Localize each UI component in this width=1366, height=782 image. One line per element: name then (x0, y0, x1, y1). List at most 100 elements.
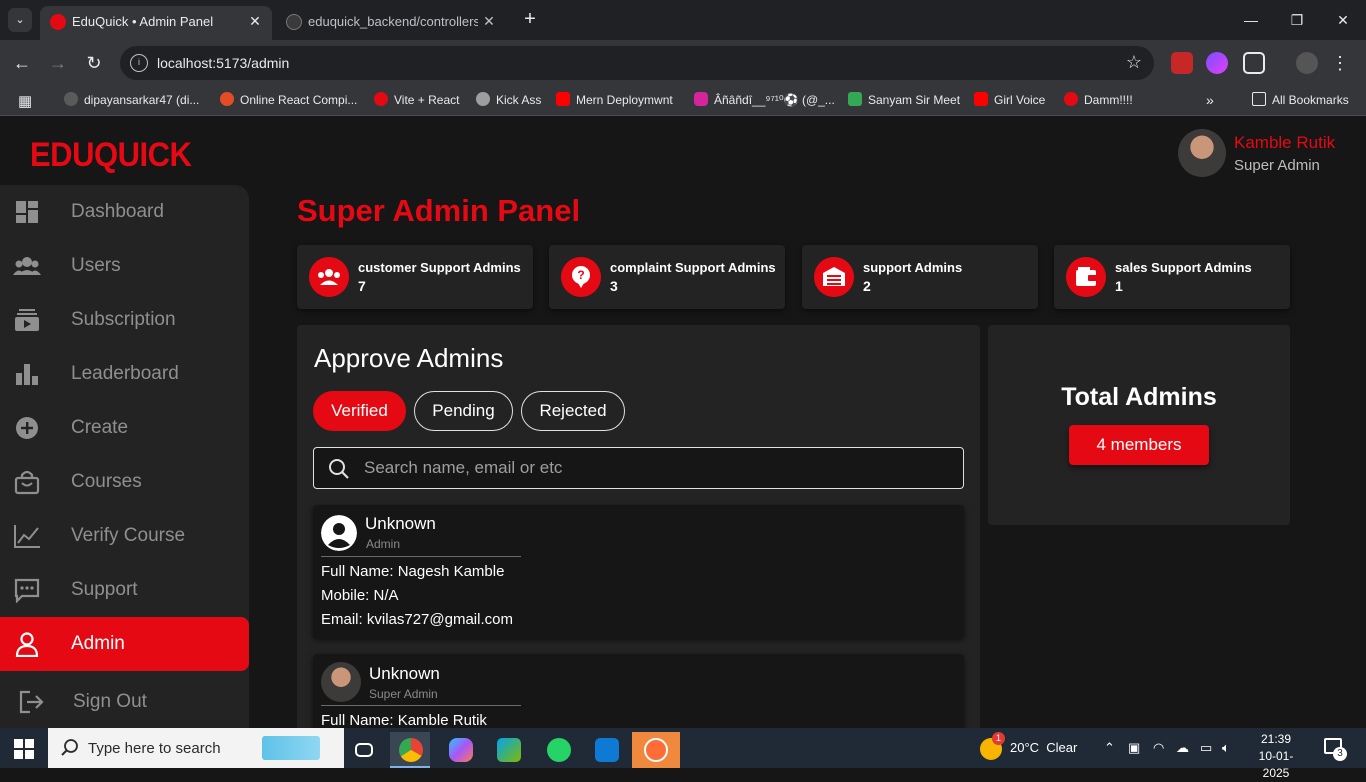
minimize-button[interactable]: — (1228, 6, 1274, 34)
filter-pending-button[interactable]: Pending (414, 391, 513, 431)
clock-date: 10-01-2025 (1258, 749, 1294, 780)
admin-card: Unknown Super Admin Full Name: Kamble Ru… (313, 654, 964, 728)
postman-taskbar-button[interactable] (632, 732, 680, 768)
battery-icon[interactable]: ▭ (1200, 740, 1212, 756)
network-icon[interactable]: ◠ (1153, 740, 1164, 756)
bookmark-item[interactable]: Vite + React (374, 92, 459, 110)
app-logo[interactable]: EDUQUICK (30, 135, 192, 175)
sidebar-item-leaderboard[interactable]: Leaderboard (0, 347, 249, 401)
close-window-button[interactable]: ✕ (1320, 6, 1366, 34)
eduquick-favicon (50, 14, 66, 30)
search-icon (329, 459, 349, 479)
profile-avatar[interactable] (1178, 129, 1226, 177)
extension-icon[interactable] (1171, 52, 1193, 74)
search-icon (61, 739, 78, 756)
person-icon (15, 632, 39, 657)
card-divider (321, 705, 521, 706)
bag-icon (14, 470, 40, 495)
subscription-icon (15, 309, 39, 331)
all-bookmarks-folder[interactable]: All Bookmarks (1252, 92, 1349, 110)
weather-text[interactable]: 20°C Clear (1010, 740, 1077, 755)
apps-grid-icon[interactable]: ▦ (18, 92, 32, 110)
extension-icon[interactable] (1206, 52, 1228, 74)
new-tab-button[interactable]: + (518, 8, 542, 32)
task-view-button[interactable] (344, 732, 384, 768)
volume-icon[interactable]: 🔈︎ (1222, 740, 1230, 756)
group-icon (309, 257, 349, 297)
bookmark-item[interactable]: dipayansarkar47 (di... (64, 92, 199, 110)
profile-avatar-icon[interactable] (1296, 52, 1318, 74)
bookmark-item[interactable]: Sanyam Sir Meet (848, 92, 960, 110)
wallet-icon (1066, 257, 1106, 297)
sidebar-item-users[interactable]: Users (0, 239, 249, 293)
back-button[interactable]: ← (8, 49, 36, 77)
admin-name: Unknown (365, 514, 436, 533)
filter-rejected-button[interactable]: Rejected (521, 391, 625, 431)
folder-icon (1252, 92, 1266, 106)
bookmark-item[interactable]: Girl Voice (974, 92, 1045, 110)
avatar (321, 662, 361, 702)
puzzle-icon[interactable] (1243, 52, 1265, 74)
github-favicon (286, 14, 302, 30)
tab-search-button[interactable]: ⌄ (8, 8, 32, 32)
restore-button[interactable]: ❐ (1274, 6, 1320, 34)
taskbar-search[interactable]: Type here to search (48, 728, 344, 768)
vscode-taskbar-button[interactable] (586, 732, 626, 768)
stat-card-support-admins: support Admins 2 (802, 245, 1038, 309)
tab-active[interactable]: EduQuick • Admin Panel ✕ (40, 6, 272, 40)
sidebar-item-dashboard[interactable]: Dashboard (0, 185, 249, 239)
more-bookmarks-icon[interactable]: » (1206, 92, 1214, 110)
admin-role: Admin (366, 537, 401, 551)
ticket-illustration-icon (262, 736, 320, 760)
sidebar-item-courses[interactable]: Courses (0, 455, 249, 509)
sidebar-item-support[interactable]: Support (0, 563, 249, 617)
browser-toolbar: ← → ↻ i localhost:5173/admin ☆ ⋮ (0, 40, 1366, 86)
copilot-taskbar-button[interactable] (440, 732, 480, 768)
sidebar-item-admin[interactable]: Admin (0, 617, 249, 671)
sidebar-item-subscription[interactable]: Subscription (0, 293, 249, 347)
forward-button[interactable]: → (44, 49, 72, 77)
clock[interactable]: 21:39 10-01-2025 (1250, 731, 1302, 782)
user-avatar-icon (321, 515, 357, 551)
site-info-icon[interactable]: i (130, 54, 148, 72)
tab-title: eduquick_backend/controllers/a (308, 14, 478, 29)
store-taskbar-button[interactable] (488, 732, 528, 768)
tab-inactive[interactable]: eduquick_backend/controllers/a ✕ (276, 6, 506, 40)
address-bar[interactable]: i localhost:5173/admin ☆ (120, 46, 1154, 80)
meet-icon[interactable]: ▣ (1128, 740, 1140, 756)
bookmark-item[interactable]: Âñâñdî__⁹⁷¹⁰⚽ (@_... (694, 92, 835, 110)
chart-line-icon (14, 525, 40, 548)
bookmark-item[interactable]: Mern Deploymwnt (556, 92, 673, 110)
tray-overflow-icon[interactable]: ⌃ (1104, 740, 1115, 756)
menu-icon[interactable]: ⋮ (1326, 49, 1354, 77)
total-admins-panel: Total Admins 4 members (988, 325, 1290, 525)
tab-title: EduQuick • Admin Panel (72, 14, 214, 29)
search-input[interactable] (364, 456, 944, 480)
approve-admins-panel: Approve Admins Verified Pending Rejected… (297, 325, 980, 728)
onedrive-icon[interactable]: ☁ (1176, 740, 1189, 756)
close-tab-icon[interactable]: ✕ (246, 12, 264, 30)
mobile-row: Mobile: N/A (321, 587, 399, 604)
windows-start-icon[interactable] (14, 739, 34, 759)
sidebar-item-sign-out[interactable]: Sign Out (0, 675, 249, 728)
bookmark-star-icon[interactable]: ☆ (1126, 52, 1142, 73)
svg-text:?: ? (577, 268, 584, 282)
whatsapp-taskbar-button[interactable] (538, 732, 578, 768)
filter-verified-button[interactable]: Verified (313, 391, 406, 431)
card-divider (321, 556, 521, 557)
close-tab-icon[interactable]: ✕ (480, 12, 498, 30)
sidebar-item-verify-course[interactable]: Verify Course (0, 509, 249, 563)
members-count-button[interactable]: 4 members (1069, 425, 1209, 465)
stat-card-sales-support: sales Support Admins 1 (1054, 245, 1290, 309)
taskbar: Type here to search 1 20°C Clear ⌃ ▣ ◠ ☁… (0, 728, 1366, 780)
admin-role: Super Admin (369, 687, 438, 701)
admin-card: Unknown Admin Full Name: Nagesh Kamble M… (313, 505, 964, 638)
full-name-row: Full Name: Nagesh Kamble (321, 563, 505, 580)
chrome-taskbar-button[interactable] (390, 732, 430, 768)
reload-button[interactable]: ↻ (80, 49, 108, 77)
bookmark-item[interactable]: Damm!!!! (1064, 92, 1133, 110)
admin-name: Unknown (369, 664, 440, 683)
sidebar-item-create[interactable]: Create (0, 401, 249, 455)
bookmark-item[interactable]: Kick Ass (476, 92, 541, 110)
bookmark-item[interactable]: Online React Compi... (220, 92, 357, 110)
